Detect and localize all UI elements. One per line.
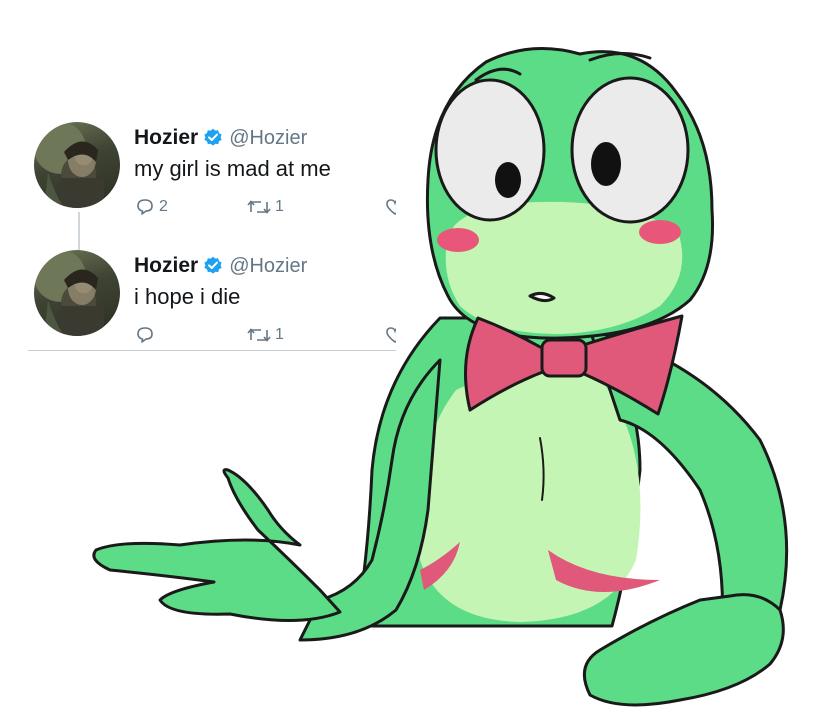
frog-left-pupil: [495, 162, 521, 198]
frog-right-cheek: [639, 220, 681, 244]
frog-illustration: [92, 47, 789, 707]
frog-left-cheek: [437, 228, 479, 252]
frog-left-hand: [92, 468, 342, 623]
bowtie-knot: [540, 338, 588, 378]
frog-left-eye: [434, 78, 546, 222]
frog-right-eye: [570, 76, 690, 224]
frog-right-pupil: [591, 142, 621, 186]
